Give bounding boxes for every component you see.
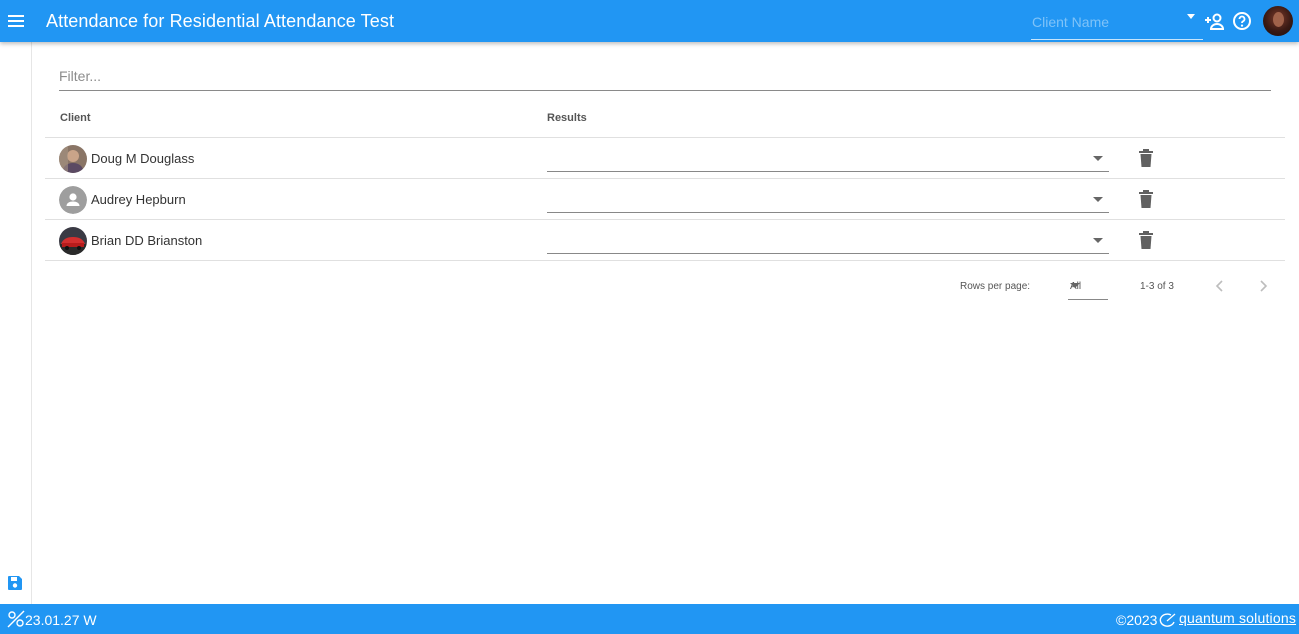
chevron-left-icon[interactable] — [1210, 276, 1230, 296]
client-name-select[interactable]: Client Name — [1031, 8, 1203, 40]
left-rail — [0, 42, 32, 604]
attendance-table: Client Results Doug M Douglass Audrey He… — [45, 100, 1285, 261]
delete-icon[interactable] — [1139, 231, 1153, 249]
page-range: 1-3 of 3 — [1140, 281, 1174, 292]
client-avatar — [59, 186, 87, 214]
footer-bar: 23.01.27 W ©2023 quantum solutions — [0, 604, 1299, 634]
client-avatar — [59, 227, 87, 255]
table-row: Audrey Hepburn — [45, 179, 1285, 220]
results-select[interactable] — [547, 183, 1109, 213]
help-icon[interactable] — [1232, 11, 1254, 33]
chevron-right-icon[interactable] — [1253, 276, 1273, 296]
chevron-down-icon — [1187, 14, 1195, 19]
add-person-icon[interactable] — [1204, 11, 1226, 33]
quantum-swirl-icon — [1157, 612, 1177, 628]
table-pagination: Rows per page: All 1-3 of 3 — [45, 262, 1285, 312]
delete-icon[interactable] — [1139, 149, 1153, 167]
results-select[interactable] — [547, 224, 1109, 254]
copyright: ©2023 — [1116, 612, 1158, 628]
delete-icon[interactable] — [1139, 190, 1153, 208]
app-version: 23.01.27 W — [25, 612, 97, 628]
avatar-photo — [1273, 12, 1284, 27]
client-avatar — [59, 145, 87, 173]
save-icon[interactable] — [7, 575, 25, 593]
table-row: Doug M Douglass — [45, 138, 1285, 179]
table-header: Client Results — [45, 100, 1285, 138]
chevron-down-icon — [1093, 197, 1103, 202]
brand-link[interactable]: quantum solutions — [1179, 610, 1296, 626]
quantum-logo-icon — [7, 610, 25, 628]
chevron-down-icon — [1093, 238, 1103, 243]
column-header-client[interactable]: Client — [60, 112, 91, 124]
filter-input[interactable] — [59, 63, 1271, 89]
client-name-placeholder: Client Name — [1032, 14, 1110, 30]
app-bar: Attendance for Residential Attendance Te… — [0, 0, 1299, 42]
results-select[interactable] — [547, 142, 1109, 172]
chevron-down-icon — [1093, 156, 1103, 161]
client-name: Audrey Hepburn — [91, 192, 186, 207]
rows-per-page-label: Rows per page: — [960, 281, 1031, 292]
filter-field[interactable] — [59, 63, 1271, 91]
client-name: Brian DD Brianston — [91, 233, 203, 248]
user-avatar[interactable] — [1263, 6, 1293, 36]
menu-icon[interactable] — [0, 0, 32, 42]
rows-per-page-select[interactable]: All — [1068, 274, 1108, 300]
chevron-down-icon — [1070, 283, 1080, 288]
table-row: Brian DD Brianston — [45, 220, 1285, 261]
page-title: Attendance for Residential Attendance Te… — [46, 11, 395, 31]
column-header-results[interactable]: Results — [547, 112, 587, 124]
client-name: Doug M Douglass — [91, 151, 195, 166]
